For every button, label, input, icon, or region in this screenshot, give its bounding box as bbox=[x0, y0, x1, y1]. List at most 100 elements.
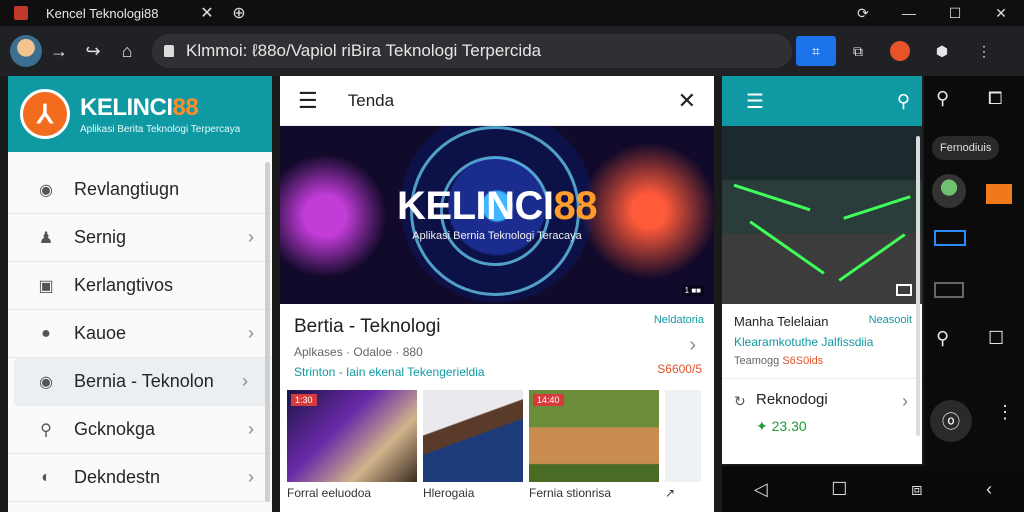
thumbnail-row: 1:30 14:40 bbox=[280, 390, 714, 482]
brand-name: KELINCI88 bbox=[80, 94, 240, 122]
profile-avatar[interactable] bbox=[10, 35, 42, 67]
article-status: Strinton - Iain ekenal Tekengerieldia bbox=[294, 365, 485, 379]
compass-icon: ◐ bbox=[41, 468, 51, 486]
content-title: Tenda bbox=[347, 90, 395, 110]
app-card-price: ✦ 23.30 bbox=[756, 418, 807, 434]
app-card[interactable]: ↻ Reknodogi › ✦ 23.30 bbox=[722, 378, 922, 464]
address-bar: → ↪ ⌂ Klmmoi: ℓ88o/Vapiol riBira Teknolo… bbox=[0, 26, 1024, 76]
camera-icon: ◉ bbox=[39, 373, 53, 391]
recents-icon[interactable]: ⧈ bbox=[911, 479, 922, 500]
close-window-button[interactable]: ✕ bbox=[978, 5, 1024, 22]
screenshot-icon[interactable]: ⧉ bbox=[838, 36, 878, 66]
sidebar-item-label: Dekndestn bbox=[74, 467, 161, 487]
content-header: ☰ Tenda ✕ bbox=[280, 76, 714, 126]
chevron-right-icon[interactable]: › bbox=[902, 391, 908, 412]
search-icon[interactable]: ⚲ bbox=[897, 91, 910, 112]
chevron-left-icon[interactable]: ‹ bbox=[986, 479, 992, 500]
assistant-button[interactable]: ⓞ bbox=[930, 400, 972, 442]
app-article-category[interactable]: Neasooit bbox=[869, 314, 912, 326]
back-arrow-icon[interactable]: → bbox=[42, 41, 76, 62]
tab-close-icon[interactable]: ✕ bbox=[196, 3, 218, 23]
home-icon[interactable]: ⌂ bbox=[110, 41, 144, 62]
window-icon[interactable]: ☐ bbox=[988, 328, 1004, 349]
find-icon[interactable]: ⚲ bbox=[936, 328, 949, 349]
sidebar-item-label: Kauoe bbox=[74, 323, 127, 343]
favicon-icon bbox=[14, 6, 28, 20]
tab-bar: Kencel Teknologi88 ✕ ⊕ ⟳ — ☐ ✕ bbox=[0, 0, 1024, 26]
minimize-button[interactable]: — bbox=[886, 5, 932, 22]
tab-title[interactable]: Kencel Teknologi88 bbox=[46, 6, 186, 21]
article-category[interactable]: Neldatoria bbox=[654, 314, 704, 326]
chevron-right-icon: › bbox=[248, 227, 254, 247]
feature-pill[interactable]: Fernodiuis bbox=[932, 136, 1000, 160]
share-icon[interactable]: ↗ bbox=[665, 486, 675, 500]
hero-brand-num: 88 bbox=[553, 184, 598, 228]
article-card[interactable]: Bertia - Teknologi Neldatoria Aplkases ·… bbox=[280, 304, 714, 390]
sidebar-item-kauoe[interactable]: ● Kauoe › bbox=[8, 310, 272, 358]
user-icon: ● bbox=[41, 324, 51, 342]
mobile-app-panel: ☰ ⚲ Manha Telelaian Neasooit Klearamkotu… bbox=[722, 76, 922, 464]
hamburger-menu-icon[interactable]: ☰ bbox=[746, 89, 764, 114]
sidebar-item-sernig[interactable]: ♟ Sernig › bbox=[8, 214, 272, 262]
hamburger-menu-icon[interactable]: ☰ bbox=[298, 88, 318, 114]
sidebar-scrollbar[interactable] bbox=[265, 162, 270, 502]
panel-icon[interactable] bbox=[934, 282, 964, 298]
chevron-right-icon[interactable]: › bbox=[689, 334, 696, 357]
thumbnail-card[interactable] bbox=[423, 390, 523, 482]
brand-tagline: Aplikasi Berita Teknologi Terpercaya bbox=[80, 123, 241, 135]
more-vertical-icon[interactable]: ⋮ bbox=[996, 402, 1014, 423]
app-hero-image[interactable] bbox=[722, 126, 922, 304]
puzzle-icon[interactable]: ⬢ bbox=[922, 36, 962, 66]
user-avatar[interactable] bbox=[932, 174, 966, 208]
light-streak bbox=[838, 233, 906, 282]
sidebar-item-bernia-teknolon[interactable]: ◉ Bernia - Teknolon › bbox=[14, 358, 266, 406]
thumbnail-card[interactable]: 1:30 bbox=[287, 390, 417, 482]
flag-icon[interactable] bbox=[986, 184, 1012, 204]
sidebar-item-label: Sernig bbox=[74, 227, 127, 247]
sidebar-item-label: Revlangtiugn bbox=[74, 179, 180, 199]
sidebar-item-label: Bernia - Teknolon bbox=[74, 371, 214, 391]
app-article-meta-label: Teamogg bbox=[734, 355, 780, 367]
sidebar-menu: ◉ Revlangtiugn ♟ Sernig › ▣ Kerlangtivos… bbox=[8, 152, 272, 502]
url-text[interactable]: Klmmoi: ℓ88o/Vapiol riBira Teknologi Ter… bbox=[186, 41, 786, 61]
card-icon[interactable] bbox=[934, 230, 966, 246]
sidebar-item-label: Gcknokga bbox=[74, 419, 156, 439]
brand-block: KELINCI88 Aplikasi Berita Teknologi Terp… bbox=[80, 94, 240, 135]
app-article-price: S6S0ids bbox=[782, 355, 824, 367]
more-menu-icon[interactable]: ⋮ bbox=[964, 36, 1004, 66]
light-streak bbox=[733, 183, 811, 212]
side-toolbar: ⚲ ⧠ Fernodiuis ⚲ ☐ ⓞ ⋮ bbox=[924, 76, 1024, 466]
image-icon[interactable] bbox=[896, 284, 912, 296]
hero-banner[interactable]: KELINCI88 Aplikasi Bernia Teknologi Tera… bbox=[280, 126, 714, 304]
extension-orange-icon[interactable] bbox=[880, 36, 920, 66]
screen-icon[interactable]: ⧠ bbox=[988, 88, 1002, 109]
chevron-right-icon: › bbox=[248, 419, 254, 439]
sidebar-item-revlangtiugn[interactable]: ◉ Revlangtiugn bbox=[8, 166, 272, 214]
camera-icon: ◉ bbox=[39, 181, 53, 199]
extension-grid-icon[interactable]: ⌗ bbox=[796, 36, 836, 66]
refresh-icon[interactable]: ⟳ bbox=[840, 5, 886, 22]
hero-badge: 1 ■■ bbox=[681, 285, 704, 296]
home-square-icon[interactable]: ☐ bbox=[831, 479, 847, 500]
app-article-meta: Teamogg S6S0ids bbox=[734, 355, 910, 367]
thumbnail-caption: Fernia stionrisa bbox=[529, 486, 612, 500]
close-icon[interactable]: ✕ bbox=[678, 88, 696, 114]
app-card-title: Reknodogi bbox=[756, 391, 828, 408]
sidebar-item-kerlangtivos[interactable]: ▣ Kerlangtivos bbox=[8, 262, 272, 310]
url-input[interactable]: Klmmoi: ℓ88o/Vapiol riBira Teknologi Ter… bbox=[152, 34, 792, 68]
thumbnail-card[interactable] bbox=[665, 390, 701, 482]
box-icon: ▣ bbox=[38, 277, 54, 295]
maximize-button[interactable]: ☐ bbox=[932, 5, 978, 22]
sidebar-item-gcknokga[interactable]: ⚲ Gcknokga › bbox=[8, 406, 272, 454]
new-tab-icon[interactable]: ⊕ bbox=[228, 3, 250, 23]
article-price: S6600/5 bbox=[657, 362, 702, 376]
app-scrollbar[interactable] bbox=[916, 136, 920, 436]
thumbnail-captions: Forral eeluodoa Hlerogaia Fernia stionri… bbox=[280, 482, 714, 500]
search-icon[interactable]: ⚲ bbox=[936, 88, 949, 109]
forward-arrow-icon[interactable]: ↪ bbox=[76, 41, 110, 62]
app-article[interactable]: Manha Telelaian Neasooit Klearamkotuthe … bbox=[722, 304, 922, 378]
sidebar-item-dekndestn[interactable]: ◐ Dekndestn › bbox=[8, 454, 272, 502]
thumbnail-card[interactable]: 14:40 bbox=[529, 390, 659, 482]
back-triangle-icon[interactable]: ◁ bbox=[754, 479, 768, 500]
search-icon: ⚲ bbox=[40, 421, 52, 439]
